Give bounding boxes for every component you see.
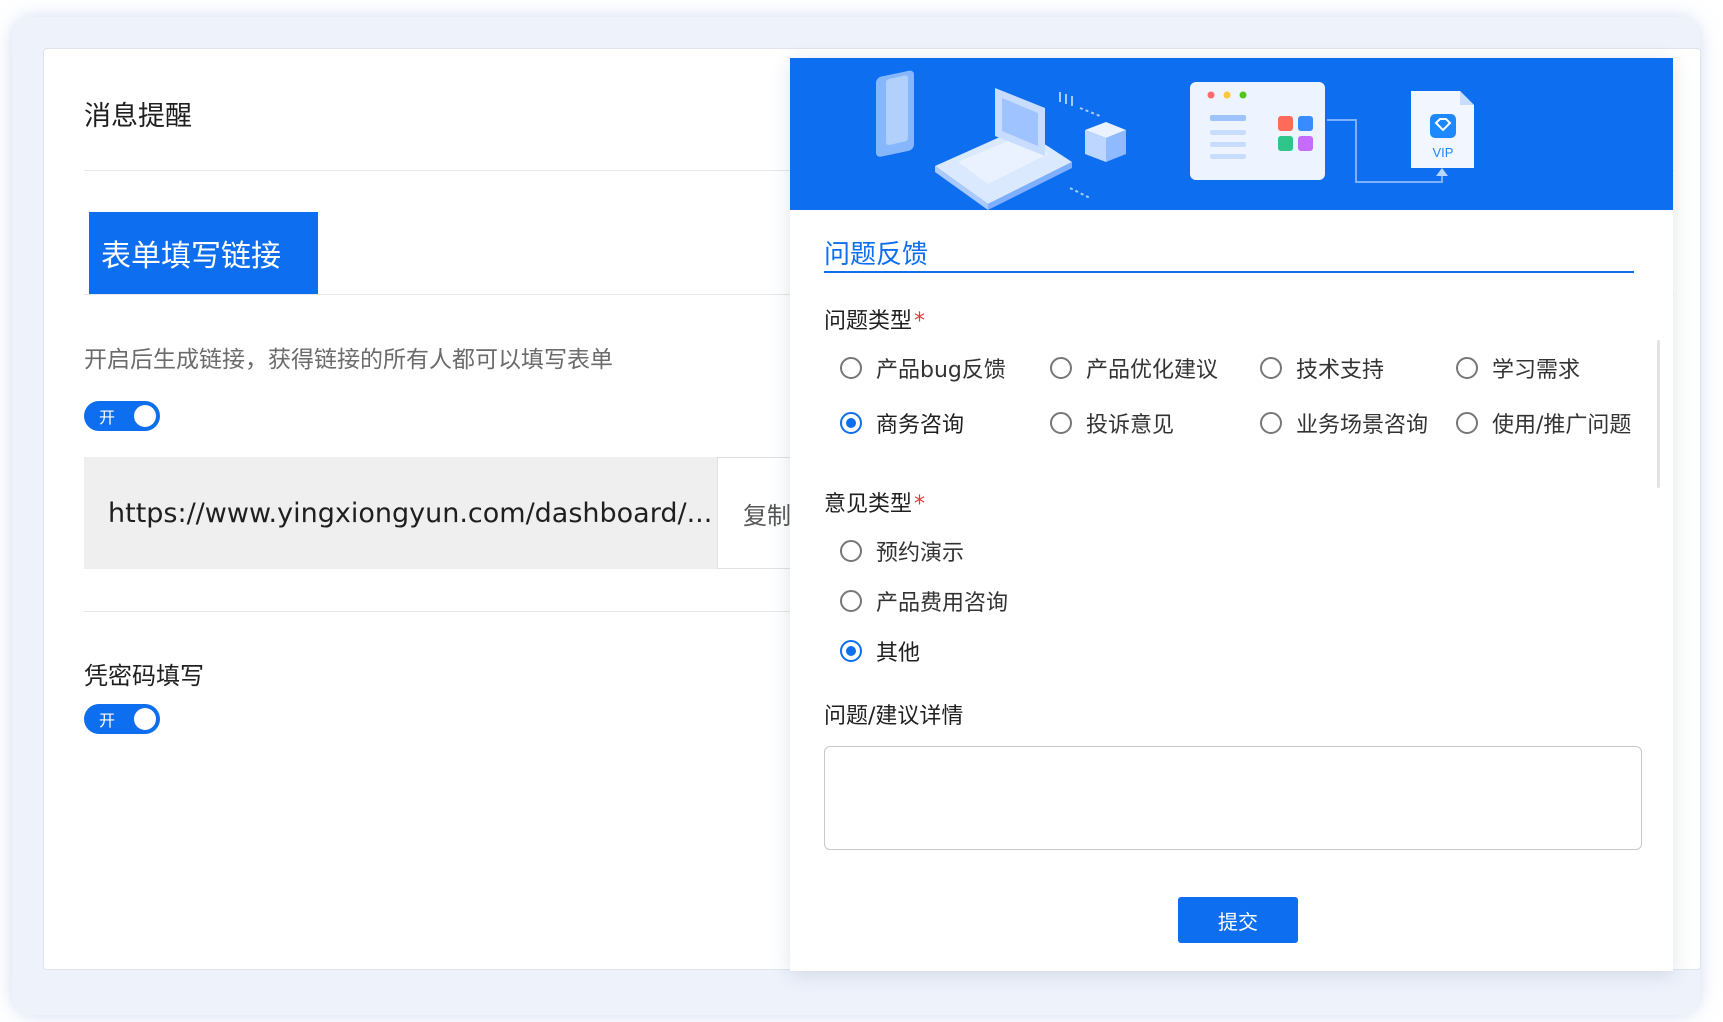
issue-option-promotion[interactable]: 使用/推广问题 xyxy=(1456,407,1631,439)
option-label: 产品优化建议 xyxy=(1086,358,1219,383)
feedback-title: 问题反馈 xyxy=(824,240,929,270)
issue-option-complaint[interactable]: 投诉意见 xyxy=(1050,407,1174,439)
radio-button[interactable] xyxy=(1050,412,1072,434)
link-description: 开启后生成链接，获得链接的所有人都可以填写表单 xyxy=(84,347,613,373)
section-title: 消息提醒 xyxy=(84,101,192,132)
feedback-dialog: VIP 问题反馈 问题类型* 产品bug反馈 产品优化建议 技术支持 学习需求 … xyxy=(790,58,1673,971)
issue-option-scenario[interactable]: 业务场景咨询 xyxy=(1260,407,1428,439)
password-toggle[interactable]: 开 xyxy=(84,704,160,734)
issue-option-business[interactable]: 商务咨询 xyxy=(840,407,964,439)
option-label: 商务咨询 xyxy=(876,413,965,438)
option-label: 预约演示 xyxy=(876,541,965,566)
radio-button[interactable] xyxy=(840,540,862,562)
radio-button-checked[interactable] xyxy=(840,640,862,662)
toggle-knob xyxy=(134,405,156,427)
option-label: 使用/推广问题 xyxy=(1492,413,1632,438)
cube-illustration xyxy=(1085,122,1126,162)
option-label: 其他 xyxy=(876,641,921,666)
issue-type-text: 问题类型 xyxy=(824,309,913,334)
opinion-type-text: 意见类型 xyxy=(824,492,913,517)
copy-button[interactable]: 复制 xyxy=(717,457,797,569)
radio-button[interactable] xyxy=(1456,412,1478,434)
tab-form-link[interactable]: 表单填写链接 xyxy=(89,212,318,294)
submit-button[interactable]: 提交 xyxy=(1178,897,1298,943)
feedback-banner: VIP xyxy=(790,58,1673,210)
detail-textarea[interactable] xyxy=(824,746,1642,850)
option-label: 产品bug反馈 xyxy=(876,358,1006,383)
issue-type-label: 问题类型* xyxy=(824,303,925,335)
link-url-field[interactable]: https://www.yingxiongyun.com/dashboard/.… xyxy=(84,457,717,569)
radio-button[interactable] xyxy=(1456,357,1478,379)
opinion-type-label: 意见类型* xyxy=(824,486,925,518)
banner-illustration: VIP xyxy=(876,70,1474,210)
dashboard-card-illustration xyxy=(1190,82,1325,180)
radio-button[interactable] xyxy=(840,357,862,379)
radio-button[interactable] xyxy=(1260,412,1282,434)
option-label: 技术支持 xyxy=(1296,358,1385,383)
phone-illustration xyxy=(876,70,914,157)
link-toggle[interactable]: 开 xyxy=(84,401,160,431)
issue-option-tech-support[interactable]: 技术支持 xyxy=(1260,352,1384,384)
scrollbar[interactable] xyxy=(1657,340,1660,488)
password-fill-label: 凭密码填写 xyxy=(84,662,204,690)
option-label: 业务场景咨询 xyxy=(1296,413,1429,438)
password-toggle-label: 开 xyxy=(99,711,116,730)
detail-label: 问题/建议详情 xyxy=(824,704,964,729)
radio-button-checked[interactable] xyxy=(840,412,862,434)
option-label: 学习需求 xyxy=(1492,358,1581,383)
opinion-option-demo[interactable]: 预约演示 xyxy=(840,535,964,567)
laptop-illustration xyxy=(935,88,1072,210)
option-label: 产品费用咨询 xyxy=(876,591,1009,616)
opinion-option-pricing[interactable]: 产品费用咨询 xyxy=(840,585,1008,617)
link-toggle-label: 开 xyxy=(99,408,116,427)
opinion-option-other[interactable]: 其他 xyxy=(840,635,920,667)
required-mark: * xyxy=(914,492,926,517)
option-label: 投诉意见 xyxy=(1086,413,1175,438)
issue-option-bug[interactable]: 产品bug反馈 xyxy=(840,352,1006,384)
radio-button[interactable] xyxy=(1260,357,1282,379)
vip-label: VIP xyxy=(1433,145,1454,160)
arrow-up-icon xyxy=(1436,168,1448,176)
title-underline xyxy=(824,271,1634,273)
divider xyxy=(84,611,804,612)
radio-button[interactable] xyxy=(840,590,862,612)
required-mark: * xyxy=(914,309,926,334)
toggle-knob xyxy=(134,708,156,730)
issue-option-optimization[interactable]: 产品优化建议 xyxy=(1050,352,1218,384)
issue-option-learning[interactable]: 学习需求 xyxy=(1456,352,1580,384)
radio-button[interactable] xyxy=(1050,357,1072,379)
